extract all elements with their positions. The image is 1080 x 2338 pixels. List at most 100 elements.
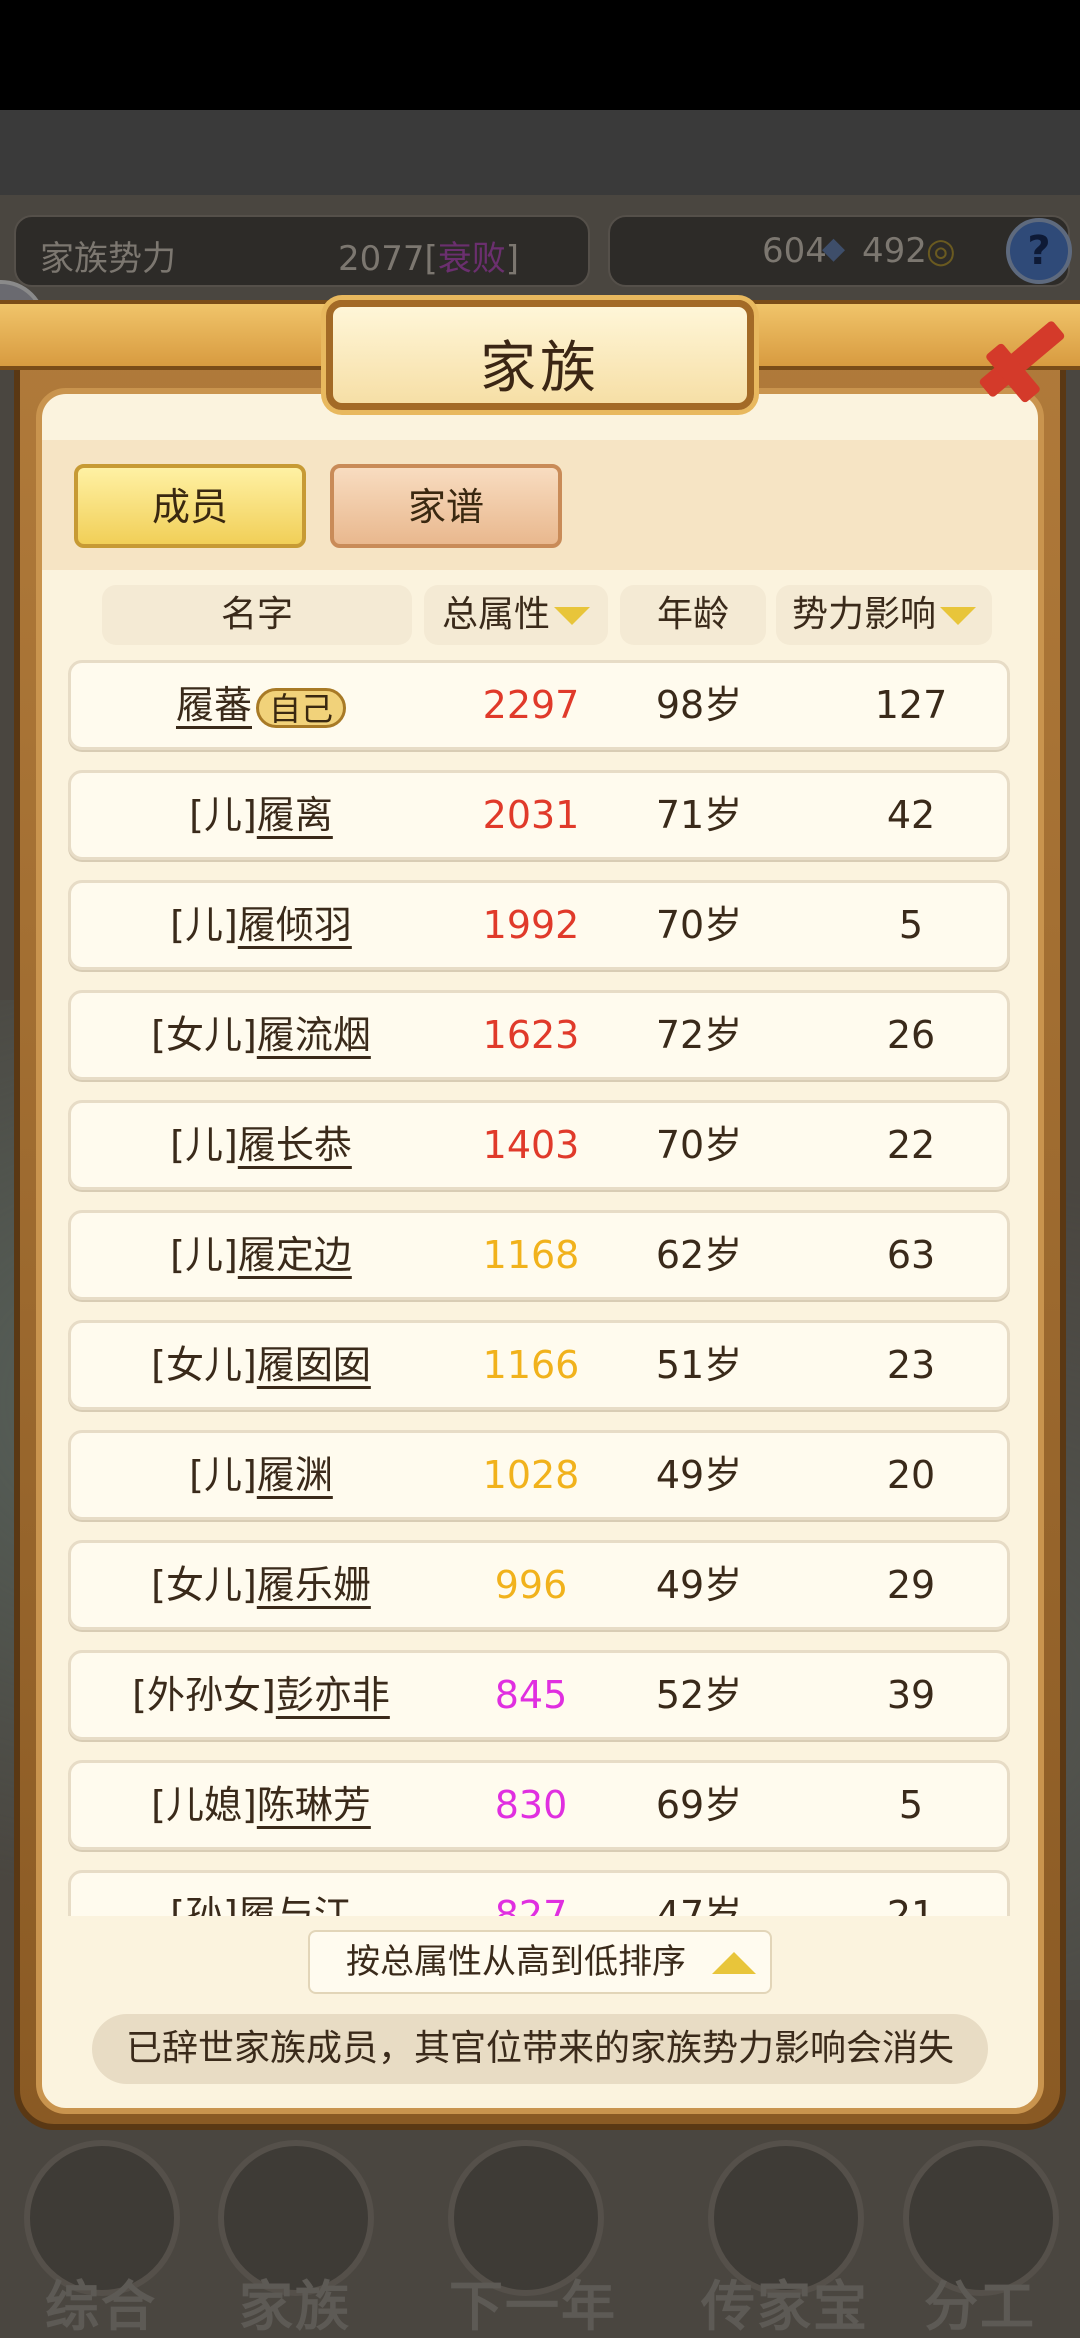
- table-row[interactable]: [儿]履倾羽 1992 70岁 5: [68, 880, 1010, 970]
- influence-value: 127: [874, 683, 948, 727]
- table-row[interactable]: 履蕃 自己 2297 98岁 127: [68, 660, 1010, 750]
- total-attribute-value: 1028: [482, 1453, 580, 1497]
- age-value: 98岁: [655, 683, 743, 727]
- table-row[interactable]: [儿]履离 2031 71岁 42: [68, 770, 1010, 860]
- influence-value: 42: [886, 793, 936, 837]
- total-attribute-value: 996: [494, 1563, 568, 1607]
- nav-division-label: 分工: [924, 2275, 1036, 2338]
- age-value: 70岁: [655, 1123, 743, 1167]
- member-name-cell: [孙]履与江: [81, 1873, 441, 1916]
- age-value: 51岁: [655, 1343, 743, 1387]
- total-attribute-value: 2031: [482, 793, 580, 837]
- influence-value: 29: [886, 1563, 936, 1607]
- member-name-cell: [儿]履渊: [81, 1433, 441, 1517]
- age-value: 69岁: [655, 1783, 743, 1827]
- member-name-link[interactable]: 履乐姗: [257, 1563, 371, 1607]
- member-name-link[interactable]: 履与江: [238, 1893, 352, 1916]
- age-value: 70岁: [655, 903, 743, 947]
- table-row[interactable]: [女儿]履流烟 1623 72岁 26: [68, 990, 1010, 1080]
- panel-title: 家族: [480, 336, 600, 401]
- total-attribute-value: 2297: [482, 683, 580, 727]
- member-name-link[interactable]: 陈琳芳: [257, 1783, 371, 1827]
- member-name-link[interactable]: 履定边: [238, 1233, 352, 1277]
- column-header-age-label: 年龄: [656, 594, 729, 635]
- member-name-link[interactable]: 彭亦非: [276, 1673, 390, 1717]
- nav-next-year[interactable]: 下一年: [418, 2140, 648, 2338]
- member-name-link[interactable]: 履长恭: [238, 1123, 352, 1167]
- table-row[interactable]: [儿]履长恭 1403 70岁 22: [68, 1100, 1010, 1190]
- relation-prefix: [儿]: [170, 1233, 238, 1277]
- top-backdrop: [0, 110, 1080, 195]
- table-row[interactable]: [外孙女]彭亦非 845 52岁 39: [68, 1650, 1010, 1740]
- relation-prefix: [儿媳]: [151, 1783, 257, 1827]
- member-name-cell: [外孙女]彭亦非: [81, 1653, 441, 1737]
- influence-value: 63: [886, 1233, 936, 1277]
- member-name-cell: [女儿]履流烟: [81, 993, 441, 1077]
- help-button[interactable]: ?: [1006, 218, 1072, 284]
- column-header-attr[interactable]: 总属性: [424, 585, 608, 645]
- sort-up-icon: [712, 1952, 756, 1974]
- table-row[interactable]: [女儿]履乐姗 996 49岁 29: [68, 1540, 1010, 1630]
- influence-value: 39: [886, 1673, 936, 1717]
- tab-members[interactable]: 成员: [74, 464, 306, 548]
- relation-prefix: [孙]: [170, 1893, 238, 1916]
- sort-button[interactable]: 按总属性从高到低排序: [308, 1930, 772, 1994]
- table-row[interactable]: [儿]履渊 1028 49岁 20: [68, 1430, 1010, 1520]
- member-name-link[interactable]: 履渊: [257, 1453, 333, 1497]
- total-attribute-value: 1168: [482, 1233, 580, 1277]
- influence-value: 21: [886, 1893, 936, 1916]
- currency-bar: 604 ◆ 492 ◎: [608, 215, 1070, 287]
- total-attribute-value: 827: [494, 1893, 568, 1916]
- self-badge: 自己: [256, 687, 347, 728]
- total-attribute-value: 1403: [482, 1123, 580, 1167]
- member-name-link[interactable]: 履倾羽: [238, 903, 352, 947]
- family-power-bar: 家族势力 2077[衰败]: [14, 215, 590, 287]
- close-button[interactable]: [960, 298, 1070, 408]
- relation-prefix: [女儿]: [151, 1013, 257, 1057]
- status-bar: [0, 0, 1080, 110]
- member-list[interactable]: 履蕃 自己 2297 98岁 127 [儿]履离 2031 71岁 42 [儿]履倾羽 1992 70…: [68, 660, 1010, 1916]
- member-name-cell: [儿]履长恭: [81, 1103, 441, 1187]
- column-header-age: 年龄: [620, 585, 766, 645]
- total-attribute-value: 830: [494, 1783, 568, 1827]
- nav-heirloom[interactable]: 传家宝: [700, 2140, 870, 2338]
- family-power-value: 2077: [338, 239, 425, 279]
- influence-value: 22: [886, 1123, 936, 1167]
- member-name-link[interactable]: 履离: [257, 793, 333, 837]
- coin-icon: ◎: [926, 231, 956, 271]
- nav-division[interactable]: 分工: [895, 2140, 1065, 2338]
- member-name-cell: 履蕃 自己: [81, 663, 441, 747]
- member-name-link[interactable]: 履囡囡: [257, 1343, 371, 1387]
- column-header-influence[interactable]: 势力影响: [776, 585, 992, 645]
- nav-general[interactable]: 综合: [16, 2140, 186, 2338]
- nav-general-label: 综合: [45, 2275, 157, 2338]
- tab-family-tree[interactable]: 家谱: [330, 464, 562, 548]
- member-name-cell: [儿]履离: [81, 773, 441, 857]
- member-name-cell: [儿]履定边: [81, 1213, 441, 1297]
- relation-prefix: [儿]: [170, 903, 238, 947]
- age-value: 47岁: [655, 1893, 743, 1916]
- sort-label: 按总属性从高到低排序: [346, 1942, 686, 1982]
- nav-family[interactable]: 家族: [210, 2140, 380, 2338]
- relation-prefix: [女儿]: [151, 1563, 257, 1607]
- relation-prefix: [儿]: [189, 1453, 257, 1497]
- table-row[interactable]: [女儿]履囡囡 1166 51岁 23: [68, 1320, 1010, 1410]
- notice-text: 已辞世家族成员，其官位带来的家族势力影响会消失: [92, 2014, 988, 2084]
- nav-next-year-label: 下一年: [449, 2275, 617, 2338]
- table-row[interactable]: [儿]履定边 1168 62岁 63: [68, 1210, 1010, 1300]
- member-name-link[interactable]: 履流烟: [257, 1013, 371, 1057]
- sort-down-icon: [940, 607, 976, 625]
- influence-value: 23: [886, 1343, 936, 1387]
- member-name-link[interactable]: 履蕃: [176, 683, 252, 727]
- family-power-bracket-left: [: [424, 239, 438, 279]
- total-attribute-value: 1166: [482, 1343, 580, 1387]
- influence-value: 26: [886, 1013, 936, 1057]
- table-row[interactable]: [孙]履与江 827 47岁 21: [68, 1870, 1010, 1916]
- nav-family-label: 家族: [239, 2275, 351, 2338]
- table-row[interactable]: [儿媳]陈琳芳 830 69岁 5: [68, 1760, 1010, 1850]
- relation-prefix: [女儿]: [151, 1343, 257, 1387]
- coin-value: 492: [862, 231, 927, 271]
- silver-icon: ◆: [822, 231, 846, 266]
- column-header-influence-label: 势力影响: [791, 594, 936, 635]
- age-value: 52岁: [655, 1673, 743, 1717]
